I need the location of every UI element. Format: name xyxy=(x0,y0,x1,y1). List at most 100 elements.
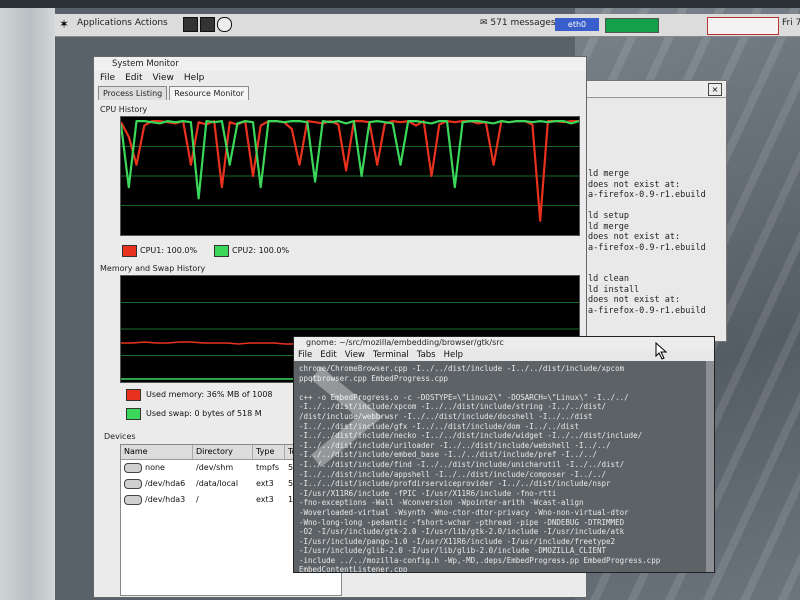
column-header-type[interactable]: Type xyxy=(253,445,285,459)
drive-icon xyxy=(124,494,142,505)
network-monitor[interactable]: eth0 xyxy=(555,18,599,31)
terminal-line: -I../../dist/include/necko -I../../dist/… xyxy=(299,431,643,441)
device-type: tmpfs xyxy=(256,463,279,472)
column-header-name[interactable]: Name xyxy=(121,445,193,459)
terminal-line: a-firefox-0.9-r1.ebuild xyxy=(588,242,706,253)
tab-process-listing[interactable]: Process Listing xyxy=(98,86,168,100)
terminal-launcher-icon[interactable] xyxy=(183,17,198,32)
cpu1-legend: CPU1: 100.0% xyxy=(140,246,198,255)
tab-bar: Process Listing Resource Monitor xyxy=(94,86,586,100)
panel-applet[interactable] xyxy=(707,17,779,35)
terminal-line: a-firefox-0.9-r1.ebuild xyxy=(588,190,706,200)
device-type: ext3 xyxy=(256,495,274,504)
terminal-output[interactable]: chrome/ChromeBrowser.cpp -I../../dist/in… xyxy=(294,361,714,572)
terminal-line: ld install xyxy=(588,284,640,295)
menu-file[interactable]: File xyxy=(100,71,115,85)
cpu2-color-swatch[interactable] xyxy=(214,245,229,257)
terminal-window[interactable]: gnome: ~/src/mozilla/embedding/browser/g… xyxy=(293,336,715,573)
terminal-menubar: File Edit View Terminal Tabs Help xyxy=(294,349,714,361)
screen: ✶ Applications Actions ✉ 571 messages et… xyxy=(55,8,800,600)
terminal-line: -Wno-long-long -pedantic -fshort-wchar -… xyxy=(299,517,625,527)
devices-heading: Devices xyxy=(104,432,136,441)
terminal-line: c++ -o EmbedProgress.o -c -DOSTYPE=\"Lin… xyxy=(299,392,629,402)
swap-color-swatch[interactable] xyxy=(126,408,141,420)
system-load-bar xyxy=(605,18,659,33)
terminal-line: -I/usr/include/pango-1.0 -I/usr/X11R6/in… xyxy=(299,536,616,546)
drive-icon xyxy=(124,478,142,489)
cpu2-legend: CPU2: 100.0% xyxy=(232,246,290,255)
menu-help[interactable]: Help xyxy=(184,71,205,85)
terminal-line: does not exist at: xyxy=(588,295,681,305)
used-memory-legend: Used memory: 36% MB of 1008 xyxy=(146,390,273,399)
terminal-line: -I/usr/include/glib-2.0 -I/usr/lib/glib-… xyxy=(299,546,607,556)
device-name: /dev/hda3 xyxy=(145,495,186,504)
tab-resource-monitor[interactable]: Resource Monitor xyxy=(169,86,249,100)
terminal-line: ld merge xyxy=(588,169,629,179)
monitor-launcher-icon[interactable] xyxy=(200,17,215,32)
memory-color-swatch[interactable] xyxy=(126,389,141,401)
applications-menu[interactable]: Applications Actions xyxy=(77,18,168,28)
device-directory: /data/local xyxy=(196,479,239,488)
terminal-line: ld clean xyxy=(588,274,629,284)
device-directory: /dev/shm xyxy=(196,463,234,472)
monitor-bezel-top xyxy=(0,0,800,8)
terminal-line: ld merge xyxy=(588,221,629,232)
terminal-line: chrome/ChromeBrowser.cpp -I../../dist/in… xyxy=(299,364,625,373)
terminal-line: -I../../dist/include/find -I../../dist/i… xyxy=(299,459,625,469)
used-swap-legend: Used swap: 0 bytes of 518 M xyxy=(146,409,262,418)
menu-terminal[interactable]: Terminal xyxy=(373,349,409,361)
terminal-line: -I../../dist/include/profdirserviceprovi… xyxy=(299,479,611,489)
launcher-icons xyxy=(183,17,232,32)
menu-help[interactable]: Help xyxy=(444,349,463,361)
monitor-bezel-left xyxy=(0,0,60,600)
cpu-history-heading: CPU History xyxy=(100,105,148,114)
terminal-titlebar[interactable]: gnome: ~/src/mozilla/embedding/browser/g… xyxy=(294,337,714,349)
terminal-line: -I../../dist/include/gfx -I../../dist/in… xyxy=(299,421,579,431)
terminal-line: ppqtbrowser.cpp EmbedProgress.cpp xyxy=(299,373,449,383)
terminal-line: -I../../dist/include/xpcom -I../../dist/… xyxy=(299,402,607,412)
close-icon[interactable]: × xyxy=(708,83,722,96)
device-directory: / xyxy=(196,495,199,504)
menu-edit[interactable]: Edit xyxy=(125,71,142,85)
terminal-line: -Woverloaded-virtual -Wsynth -Wno-ctor-d… xyxy=(299,507,629,517)
clock[interactable]: Fri 7 xyxy=(782,18,800,28)
terminal-scrollbar[interactable] xyxy=(706,361,714,572)
menu-view[interactable]: View xyxy=(153,71,174,85)
system-load-fill xyxy=(606,19,658,32)
mail-notifier[interactable]: ✉ 571 messages xyxy=(480,18,556,28)
top-panel: ✶ Applications Actions ✉ 571 messages et… xyxy=(55,14,800,37)
terminal-line: -I../../dist/include/uriloader -I../../d… xyxy=(299,440,611,450)
terminal-line: does not exist at: xyxy=(588,232,681,242)
terminal-line: /dist/include/webbrwsr -I../../dist/incl… xyxy=(299,411,593,421)
cpu1-color-swatch[interactable] xyxy=(122,245,137,257)
terminal-line: ld setup xyxy=(588,211,629,221)
terminal-line: -O2 -I/usr/include/gtk-2.0 -I/usr/lib/gt… xyxy=(299,527,625,537)
menu-edit[interactable]: Edit xyxy=(320,349,336,361)
column-header-directory[interactable]: Directory xyxy=(193,445,253,459)
gnome-foot-icon[interactable]: ✶ xyxy=(59,17,73,31)
terminal-line: -fno-exceptions -Wall -Wconversion -Wpoi… xyxy=(299,498,584,508)
menu-view[interactable]: View xyxy=(345,349,365,361)
terminal-line: -I../../dist/include/embed_base -I../../… xyxy=(299,450,598,460)
browser-launcher-icon[interactable] xyxy=(217,17,232,32)
terminal-line: EmbedContentListener.cpp xyxy=(299,565,408,572)
device-name: /dev/hda6 xyxy=(145,479,186,488)
menubar: File Edit View Help xyxy=(94,71,586,85)
menu-file[interactable]: File xyxy=(298,349,312,361)
terminal-line: -include ../../mozilla-config.h -Wp,-MD,… xyxy=(299,555,661,565)
terminal-line: -I/usr/X11R6/include -fPIC -I/usr/X11R6/… xyxy=(299,488,557,498)
cpu-history-graph xyxy=(120,116,580,236)
window-title[interactable]: System Monitor xyxy=(94,57,586,71)
terminal-line: does not exist at: xyxy=(588,179,681,190)
menu-tabs[interactable]: Tabs xyxy=(417,349,436,361)
device-type: ext3 xyxy=(256,479,274,488)
terminal-line: -I../../dist/include/appshell -I../../di… xyxy=(299,469,607,479)
drive-icon xyxy=(124,462,142,473)
device-name: none xyxy=(145,463,165,472)
mouse-cursor-icon xyxy=(655,342,668,360)
terminal-line: a-firefox-0.9-r1.ebuild xyxy=(588,305,706,316)
